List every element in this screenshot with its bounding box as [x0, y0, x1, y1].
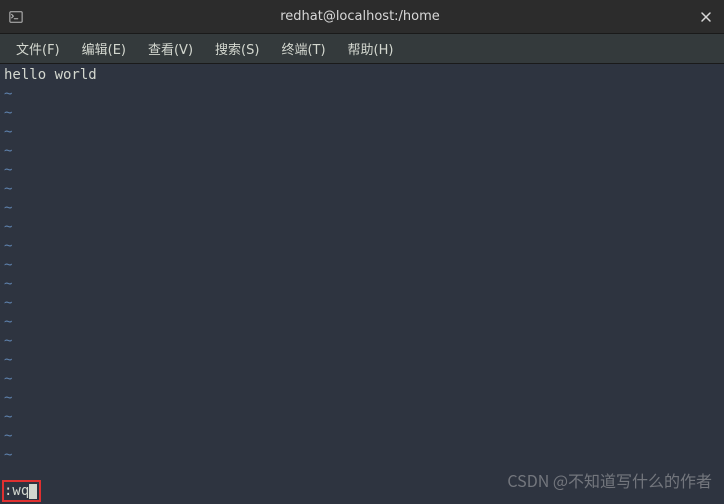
tilde-line: ~ — [4, 408, 720, 427]
tilde-line: ~ — [4, 427, 720, 446]
tilde-line: ~ — [4, 237, 720, 256]
tilde-line: ~ — [4, 218, 720, 237]
menu-terminal[interactable]: 终端(T) — [271, 35, 335, 62]
menu-edit[interactable]: 编辑(E) — [72, 35, 136, 62]
terminal-content-line: hello world — [4, 66, 720, 85]
tilde-line: ~ — [4, 142, 720, 161]
terminal-area[interactable]: hello world ~ ~ ~ ~ ~ ~ ~ ~ ~ ~ ~ ~ ~ ~ … — [0, 64, 724, 504]
menu-search[interactable]: 搜索(S) — [205, 35, 269, 62]
tilde-line: ~ — [4, 294, 720, 313]
tilde-line: ~ — [4, 370, 720, 389]
vim-command-line-highlight: :wq — [2, 480, 41, 502]
watermark-text: CSDN @不知道写什么的作者 — [507, 471, 712, 490]
tilde-line: ~ — [4, 389, 720, 408]
cursor-block — [29, 484, 37, 499]
vim-command-text: :wq — [4, 482, 29, 501]
tilde-line: ~ — [4, 332, 720, 351]
tilde-line: ~ — [4, 199, 720, 218]
window-title: redhat@localhost:/home — [24, 9, 696, 24]
tilde-line: ~ — [4, 85, 720, 104]
tilde-line: ~ — [4, 275, 720, 294]
titlebar-left — [8, 9, 24, 25]
menubar: 文件(F) 编辑(E) 查看(V) 搜索(S) 终端(T) 帮助(H) — [0, 34, 724, 64]
menu-view[interactable]: 查看(V) — [138, 35, 203, 62]
menu-help[interactable]: 帮助(H) — [338, 35, 404, 62]
menu-file[interactable]: 文件(F) — [6, 35, 70, 62]
tilde-line: ~ — [4, 123, 720, 142]
tilde-line: ~ — [4, 351, 720, 370]
tilde-line: ~ — [4, 161, 720, 180]
tilde-line: ~ — [4, 446, 720, 465]
terminal-icon — [8, 9, 24, 25]
tilde-line: ~ — [4, 256, 720, 275]
tilde-line: ~ — [4, 180, 720, 199]
close-button[interactable] — [696, 7, 716, 27]
tilde-line: ~ — [4, 104, 720, 123]
tilde-line: ~ — [4, 313, 720, 332]
titlebar: redhat@localhost:/home — [0, 0, 724, 34]
